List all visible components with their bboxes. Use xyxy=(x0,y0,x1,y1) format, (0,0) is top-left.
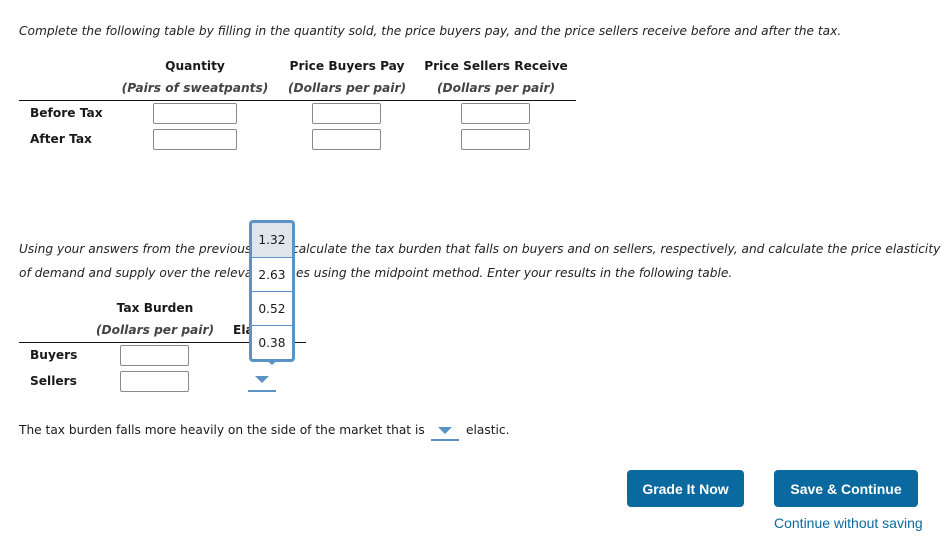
sellers-tax-burden-input[interactable] xyxy=(120,371,189,392)
dropdown-underline xyxy=(248,390,276,392)
elastic-side-dropdown[interactable] xyxy=(431,424,459,441)
column-subheader-price-buyers-pay: (Dollars per pair) xyxy=(287,81,407,95)
before-tax-price-buyers-input[interactable] xyxy=(312,103,381,124)
dropdown-pointer-icon xyxy=(265,359,279,365)
instructions-2-line1-right: calculate the tax burden that falls on b… xyxy=(292,242,941,256)
instructions-text: Complete the following table by filling … xyxy=(19,24,842,38)
chevron-down-icon xyxy=(438,427,452,434)
buyers-tax-burden-input[interactable] xyxy=(120,345,189,366)
column-header-price-buyers-pay: Price Buyers Pay xyxy=(289,59,405,73)
before-tax-price-sellers-input[interactable] xyxy=(461,103,530,124)
after-tax-price-buyers-input[interactable] xyxy=(312,129,381,150)
elasticity-dropdown-toggle[interactable] xyxy=(248,373,276,393)
instructions-2-line2-left: of demand and supply over the releva xyxy=(19,266,253,280)
elasticity-sentence-suffix: elastic. xyxy=(466,423,510,437)
table-header-divider xyxy=(19,100,576,101)
column-header-tax-burden: Tax Burden xyxy=(116,301,194,315)
elasticity-dropdown-list[interactable]: 1.32 2.63 0.52 0.38 xyxy=(249,220,295,362)
continue-without-saving-link[interactable]: Continue without saving xyxy=(774,515,923,531)
column-header-price-sellers-receive: Price Sellers Receive xyxy=(424,59,568,73)
instructions-2-line1-left: Using your answers from the previous xyxy=(19,242,252,256)
save-continue-button[interactable]: Save & Continue xyxy=(774,470,918,507)
row-label-before-tax: Before Tax xyxy=(30,106,103,120)
dropdown-option[interactable]: 0.52 xyxy=(252,291,292,325)
row-label-after-tax: After Tax xyxy=(30,132,92,146)
dropdown-option[interactable]: 2.63 xyxy=(252,257,292,291)
instructions-2-line2-right: es using the midpoint method. Enter your… xyxy=(296,266,733,280)
chevron-down-icon xyxy=(255,376,269,383)
dropdown-underline xyxy=(431,439,459,441)
row-label-sellers: Sellers xyxy=(30,374,77,388)
after-tax-quantity-input[interactable] xyxy=(153,129,237,150)
row-label-buyers: Buyers xyxy=(30,348,78,362)
grade-it-now-button[interactable]: Grade It Now xyxy=(627,470,744,507)
before-tax-quantity-input[interactable] xyxy=(153,103,237,124)
elasticity-sentence-text: The tax burden falls more heavily on the… xyxy=(19,423,425,437)
after-tax-price-sellers-input[interactable] xyxy=(461,129,530,150)
dropdown-option[interactable]: 0.38 xyxy=(252,325,292,359)
column-subheader-price-sellers-receive: (Dollars per pair) xyxy=(436,81,556,95)
column-header-quantity: Quantity xyxy=(165,59,225,73)
column-subheader-tax-burden: (Dollars per pair) xyxy=(95,323,215,337)
dropdown-option[interactable]: 1.32 xyxy=(252,223,292,257)
column-subheader-quantity: (Pairs of sweatpants) xyxy=(121,81,269,95)
